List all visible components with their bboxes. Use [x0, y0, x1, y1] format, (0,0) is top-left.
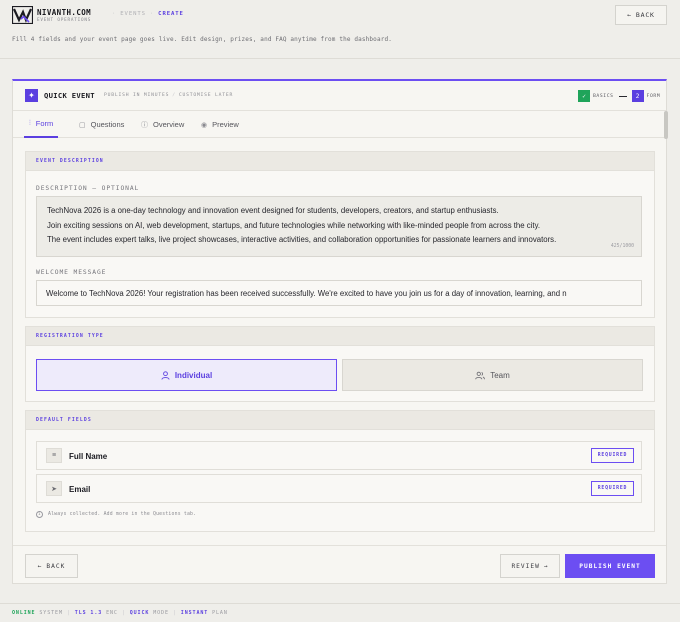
- info-icon: ⓘ: [141, 121, 148, 129]
- breadcrumb-events[interactable]: EVENTS: [120, 11, 146, 17]
- users-icon: [475, 371, 486, 379]
- step-basics-label: BASICS: [593, 93, 614, 99]
- field-row-email: ➤ Email REQUIRED: [36, 474, 642, 503]
- status-quick: QUICK: [129, 610, 150, 616]
- field-row-full-name: ≡ Full Name REQUIRED: [36, 441, 642, 470]
- text-lines-icon: ≡: [46, 448, 62, 463]
- status-separator: |: [121, 610, 126, 616]
- step-form-label: FORM: [646, 93, 661, 99]
- brand: NIVANTH.COM EVENT OPERATIONS: [37, 8, 91, 23]
- required-badge: REQUIRED: [591, 481, 634, 496]
- back-button[interactable]: ← BACK: [25, 554, 78, 578]
- welcome-message-input[interactable]: Welcome to TechNova 2026! Your registrat…: [36, 280, 642, 306]
- tab-bar: ⫶ Form ▢ Questions ⓘ Overview ◉ Preview: [13, 111, 666, 138]
- step-indicator: ✓ BASICS 2 FORM: [578, 90, 660, 102]
- card-title: QUICK EVENT: [44, 91, 95, 100]
- card-footer: ← BACK REVIEW → PUBLISH EVENT: [13, 545, 666, 584]
- welcome-label: WELCOME MESSAGE: [36, 269, 107, 276]
- status-online-value: SYSTEM: [39, 610, 63, 616]
- status-separator: |: [66, 610, 71, 616]
- registration-individual-option[interactable]: Individual: [36, 359, 337, 391]
- status-instant: INSTANT: [180, 610, 209, 616]
- field-name: Email: [69, 485, 91, 494]
- card-meta-customise: CUSTOMISE LATER: [178, 93, 234, 98]
- event-description-section: EVENT DESCRIPTION DESCRIPTION — OPTIONAL…: [25, 151, 655, 318]
- tab-preview[interactable]: ◉ Preview: [201, 111, 239, 138]
- tab-overview-label: Overview: [153, 120, 185, 129]
- description-line: TechNova 2026 is a one-day technology an…: [47, 206, 499, 215]
- breadcrumb: · EVENTS · CREATE: [108, 11, 184, 17]
- registration-team-label: Team: [490, 370, 510, 380]
- status-quick-value: MODE: [153, 610, 169, 616]
- status-instant-value: PLAN: [212, 610, 228, 616]
- arrow-left-icon: ←: [37, 562, 43, 570]
- review-button[interactable]: REVIEW →: [500, 554, 560, 578]
- status-tls: TLS 1.3: [74, 610, 103, 616]
- arrow-right-icon: →: [543, 562, 549, 570]
- review-button-label: REVIEW: [511, 562, 540, 570]
- arrow-left-icon: ←: [627, 11, 632, 19]
- tab-questions-label: Questions: [90, 120, 125, 129]
- send-icon: ➤: [46, 481, 62, 496]
- divider: [0, 58, 680, 59]
- eye-icon: ◉: [201, 121, 208, 129]
- status-bar: ONLINE SYSTEM | TLS 1.3 ENC | QUICK MODE | INS…: [0, 603, 680, 622]
- description-line: The event includes expert talks, live pr…: [47, 235, 557, 244]
- sparkle-icon: ✦: [25, 89, 38, 102]
- tab-questions[interactable]: ▢ Questions: [79, 111, 124, 138]
- step-connector: [618, 95, 627, 97]
- char-counter: 425/1000: [610, 243, 634, 249]
- intro-text: Fill 4 fields and your event page goes l…: [12, 36, 392, 43]
- status-tls-value: ENC: [106, 610, 118, 616]
- section-title: DEFAULT FIELDS: [26, 411, 654, 430]
- field-name: Full Name: [69, 452, 108, 461]
- back-button-label: BACK: [46, 562, 66, 570]
- description-label: DESCRIPTION — OPTIONAL: [36, 185, 140, 192]
- step-done-check-icon: ✓: [578, 90, 590, 102]
- required-badge: REQUIRED: [591, 448, 634, 463]
- clipboard-icon: ▢: [79, 121, 86, 129]
- quick-event-card: ✦ QUICK EVENT PUBLISH IN MINUTES / CUSTOMI…: [12, 79, 668, 584]
- description-textarea[interactable]: TechNova 2026 is a one-day technology an…: [36, 196, 642, 257]
- tab-form-label: Form: [35, 119, 54, 128]
- fields-hint: i Always collected. Add more in the Ques…: [36, 511, 196, 518]
- status-online: ONLINE: [12, 610, 36, 616]
- meta-separator: /: [172, 93, 176, 98]
- registration-type-section: REGISTRATION TYPE Individual Team: [25, 326, 655, 402]
- top-back-label: BACK: [635, 11, 655, 19]
- card-meta: PUBLISH IN MINUTES / CUSTOMISE LATER: [104, 93, 233, 98]
- breadcrumb-separator: ·: [149, 11, 155, 17]
- tab-preview-label: Preview: [212, 120, 239, 129]
- top-bar: NIVANTH.COM EVENT OPERATIONS · EVENTS · CRE…: [0, 0, 680, 32]
- breadcrumb-separator: ·: [112, 11, 117, 17]
- section-title: EVENT DESCRIPTION: [26, 152, 654, 171]
- tab-form[interactable]: ⫶ Form: [24, 111, 59, 138]
- card-meta-publish: PUBLISH IN MINUTES: [104, 93, 170, 98]
- brand-subtitle: EVENT OPERATIONS: [37, 18, 92, 23]
- scrollbar[interactable]: [664, 111, 668, 139]
- breadcrumb-create: CREATE: [158, 11, 184, 17]
- sliders-icon: ⫶: [29, 119, 31, 127]
- default-fields-section: DEFAULT FIELDS ≡ Full Name REQUIRED ➤ Em…: [25, 410, 655, 532]
- user-icon: [161, 370, 170, 380]
- fields-hint-text: Always collected. Add more in the Questi…: [48, 512, 197, 517]
- status-separator: |: [172, 610, 177, 616]
- info-icon: i: [36, 511, 43, 518]
- brand-logo-icon[interactable]: [12, 6, 33, 24]
- tab-overview[interactable]: ⓘ Overview: [141, 111, 184, 138]
- step-current-number: 2: [631, 90, 644, 102]
- registration-team-option[interactable]: Team: [342, 359, 643, 391]
- publish-event-button[interactable]: PUBLISH EVENT: [565, 554, 655, 578]
- section-title: REGISTRATION TYPE: [26, 327, 654, 346]
- top-back-button[interactable]: ← BACK: [615, 5, 667, 25]
- card-header: ✦ QUICK EVENT PUBLISH IN MINUTES / CUSTOMI…: [13, 81, 666, 111]
- brand-name: NIVANTH.COM: [37, 8, 92, 17]
- description-line: Join exciting sessions on AI, web develo…: [47, 220, 541, 230]
- registration-individual-label: Individual: [174, 370, 213, 380]
